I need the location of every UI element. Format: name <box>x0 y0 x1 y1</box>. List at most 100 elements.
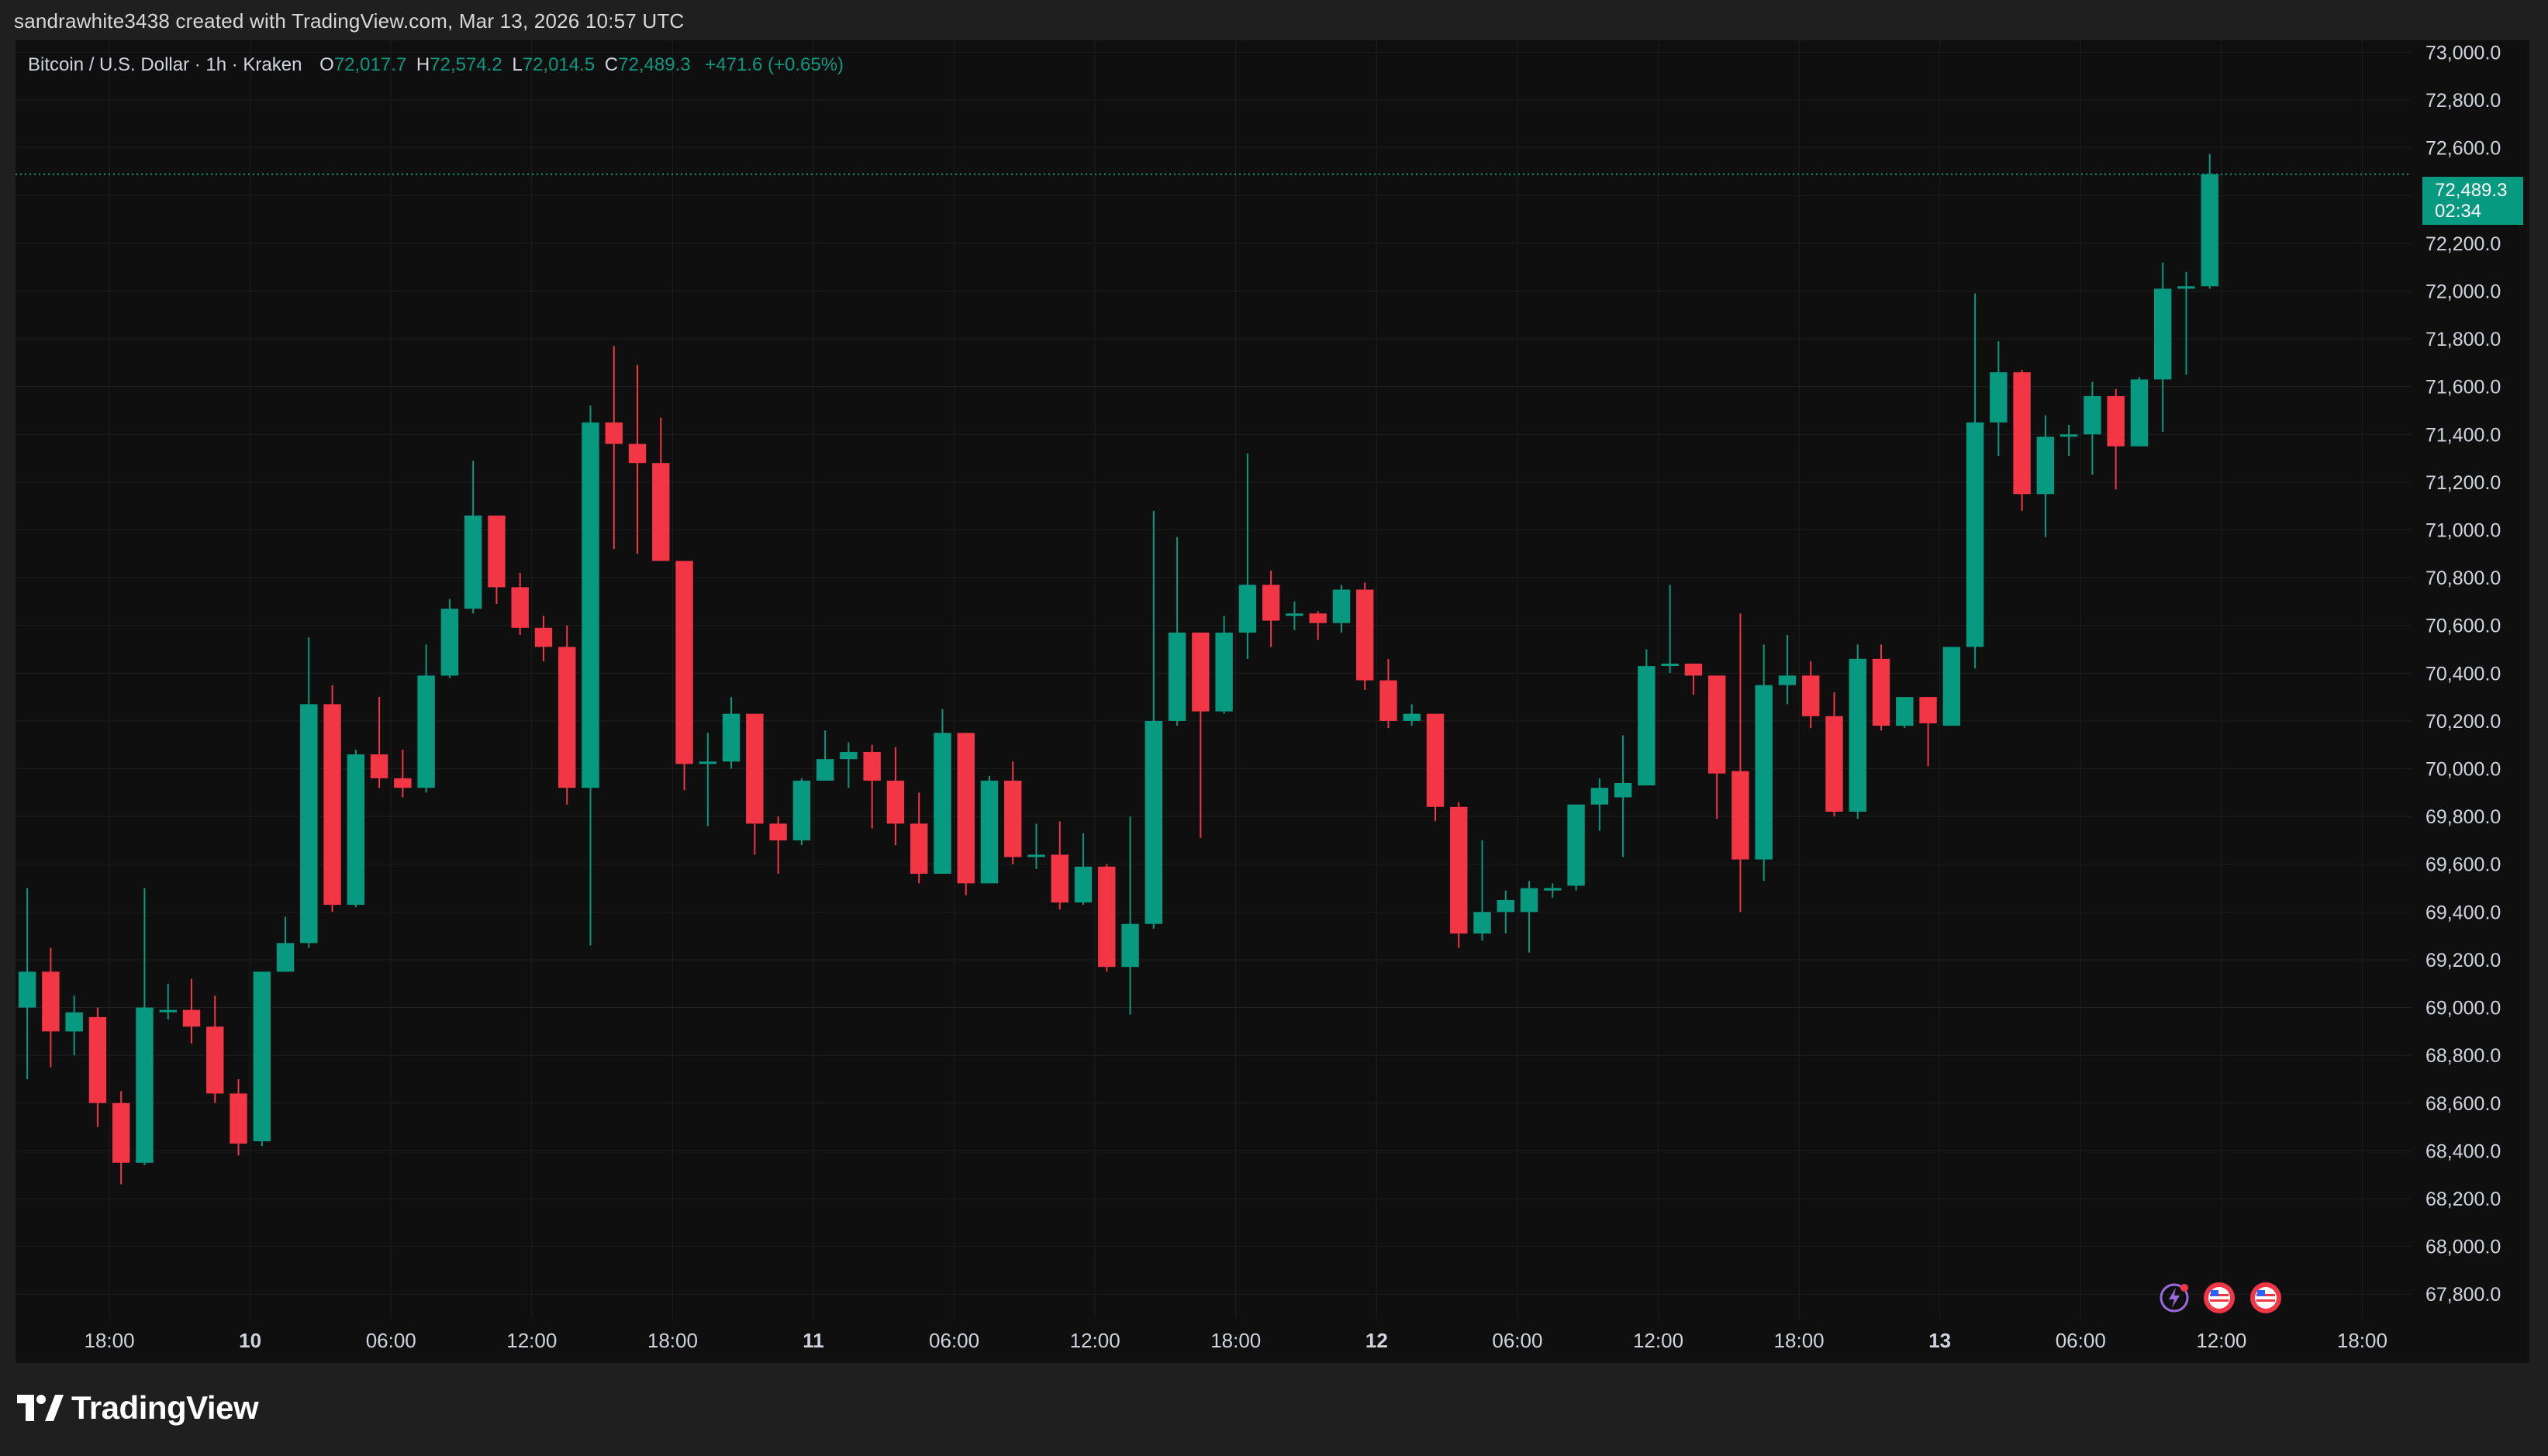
candle-down <box>910 823 928 875</box>
candle-up <box>2130 379 2149 447</box>
candle-up <box>18 971 36 1008</box>
candle-up <box>1332 589 1351 623</box>
y-tick-label: 72,800.0 <box>2425 90 2501 112</box>
candle-up <box>1497 899 1514 913</box>
y-tick-label: 69,000.0 <box>2425 998 2501 1020</box>
candle-down <box>1098 866 1116 968</box>
candle-down <box>1872 658 1890 726</box>
candle-down <box>88 1016 107 1103</box>
high-label: H <box>416 54 430 75</box>
x-tick-label: 06:00 <box>366 1329 416 1352</box>
candle-up <box>816 759 834 781</box>
candle-up <box>2084 395 2101 435</box>
candle-down <box>2013 372 2031 495</box>
candle-up <box>159 1009 177 1013</box>
open-label: O <box>319 54 334 75</box>
candle-up <box>699 761 716 764</box>
current-price-value: 72,489.3 <box>2435 180 2508 201</box>
y-tick-label: 68,400.0 <box>2425 1140 2501 1162</box>
candle-up <box>1966 422 1984 647</box>
change-value: +471.6 (+0.65%) <box>705 54 844 75</box>
candle-up <box>1121 923 1139 968</box>
candle-up <box>840 751 858 760</box>
candle-down <box>558 647 576 788</box>
x-tick-label: 12:00 <box>2196 1329 2246 1352</box>
open-value: 72,017.7 <box>333 54 407 75</box>
candle-up <box>1590 788 1609 805</box>
candle-down <box>769 823 787 840</box>
time-axis[interactable]: 18:00 10 06:00 12:00 18:00 11 06:00 12:00 18:00 1… <box>85 1329 2387 1352</box>
candle-down <box>1802 675 1820 716</box>
candle-up <box>722 713 741 762</box>
candle-up <box>65 1012 83 1032</box>
candle-down <box>488 515 506 588</box>
high-value: 72,574.2 <box>430 54 502 75</box>
us-economic-event-icon[interactable] <box>2202 1281 2236 1315</box>
candle-down <box>1450 806 1468 934</box>
candle-up <box>582 422 599 788</box>
symbol-name[interactable]: Bitcoin / U.S. Dollar · 1h · Kraken <box>28 54 302 75</box>
x-tick-label: 12 <box>1365 1329 1388 1352</box>
candle-up <box>1238 585 1257 633</box>
candle-up <box>1614 782 1632 798</box>
candle-down <box>370 754 388 778</box>
y-tick-label: 70,400.0 <box>2425 663 2501 685</box>
candle-up <box>136 1007 154 1163</box>
candle-down <box>2107 395 2125 447</box>
candle-up <box>1661 663 1679 667</box>
y-tick-label: 70,200.0 <box>2425 711 2501 733</box>
candle-down <box>605 422 623 444</box>
candle-down <box>652 463 670 561</box>
price-axis[interactable]: 67,800.0 68,000.0 68,200.0 68,400.0 68,600.0… <box>2425 42 2501 1306</box>
candle-up <box>1473 912 1491 934</box>
y-tick-label: 72,000.0 <box>2425 281 2501 302</box>
candle-up <box>1896 697 1914 726</box>
us-economic-event-icon-2[interactable] <box>2249 1281 2283 1315</box>
low-label: L <box>512 54 523 75</box>
close-label: C <box>604 54 619 75</box>
candle-down <box>206 1026 224 1094</box>
candle-down <box>675 561 693 764</box>
y-tick-label: 67,800.0 <box>2425 1284 2501 1306</box>
candle-down <box>1309 613 1327 623</box>
candle-down <box>1192 632 1210 712</box>
y-tick-label: 71,400.0 <box>2425 424 2501 446</box>
tradingview-logo[interactable]: TradingView <box>17 1389 259 1427</box>
candle-down <box>746 713 764 824</box>
symbol-legend[interactable]: Bitcoin / U.S. Dollar · 1h · Kraken O72,… <box>28 54 844 76</box>
candle-down <box>1731 771 1749 860</box>
x-tick-label: 11 <box>803 1329 824 1352</box>
candle-up <box>792 780 811 840</box>
candle-up <box>1942 647 1961 726</box>
low-value: 72,014.5 <box>522 54 596 75</box>
y-tick-label: 71,000.0 <box>2425 519 2501 541</box>
candle-up <box>1027 854 1045 857</box>
y-tick-label: 72,200.0 <box>2425 233 2501 255</box>
candle-down <box>1707 675 1726 774</box>
candle-down <box>182 1009 201 1027</box>
y-tick-label: 73,000.0 <box>2425 42 2501 64</box>
candle-down <box>1004 780 1022 857</box>
candle-up <box>1849 658 1866 812</box>
candle-up <box>1544 888 1562 891</box>
candle-up <box>2201 174 2218 287</box>
candle-down <box>628 443 647 464</box>
grid-lines <box>16 40 2412 1318</box>
ideas-event-icon[interactable] <box>2157 1281 2191 1315</box>
chart-frame[interactable]: 67,800.0 68,000.0 68,200.0 68,400.0 68,600.0… <box>16 40 2529 1363</box>
x-tick-label: 18:00 <box>1774 1329 1825 1352</box>
y-tick-label: 71,600.0 <box>2425 377 2501 399</box>
candles <box>18 154 2218 1185</box>
candle-up <box>1286 613 1303 616</box>
candle-down <box>511 587 529 628</box>
candle-up <box>1567 804 1585 886</box>
y-tick-label: 68,600.0 <box>2425 1093 2501 1115</box>
y-tick-label: 71,200.0 <box>2425 472 2501 494</box>
candle-down <box>534 627 553 647</box>
candle-down <box>1356 589 1374 681</box>
candle-up <box>1778 675 1797 685</box>
x-tick-label: 18:00 <box>1210 1329 1261 1352</box>
x-tick-label: 10 <box>239 1329 261 1352</box>
candlestick-chart[interactable]: 67,800.0 68,000.0 68,200.0 68,400.0 68,600.0… <box>16 40 2529 1363</box>
y-tick-label: 70,800.0 <box>2425 568 2501 589</box>
